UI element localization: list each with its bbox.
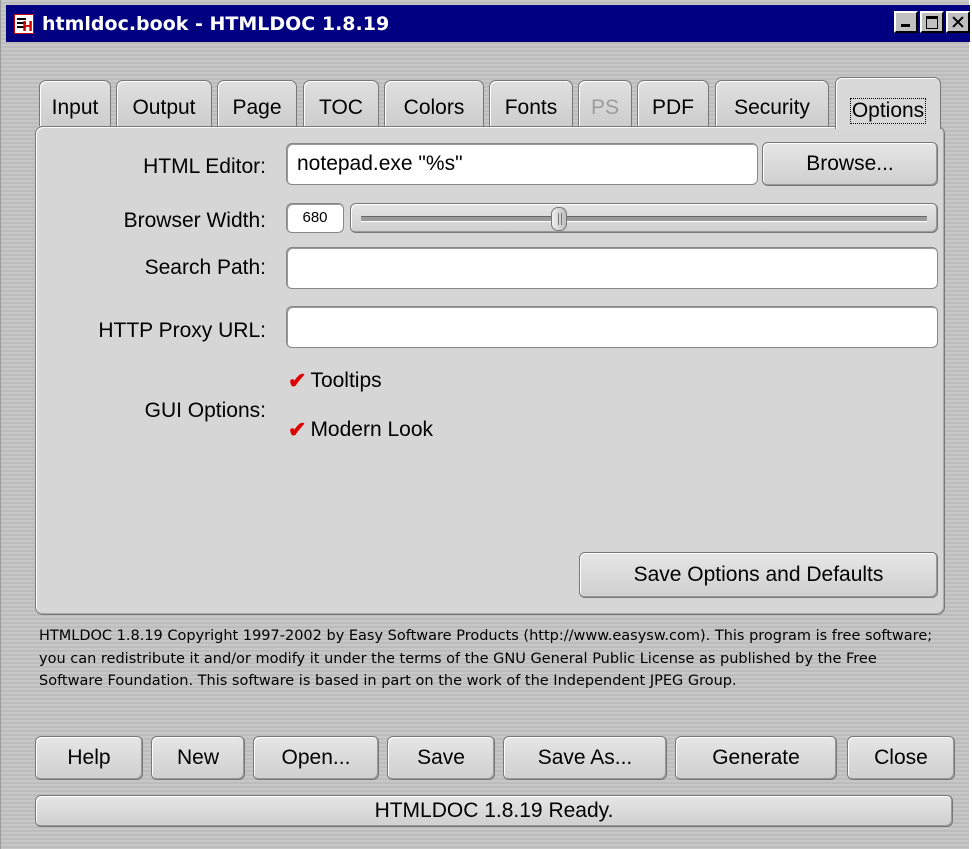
tab-label: Input xyxy=(51,96,99,119)
gui-options-label: GUI Options: xyxy=(144,399,266,422)
window-title: htmldoc.book - HTMLDOC 1.8.19 xyxy=(42,12,390,35)
html-editor-label: HTML Editor: xyxy=(143,155,266,178)
browser-width-label: Browser Width: xyxy=(123,209,266,232)
tab-page[interactable]: Page xyxy=(217,80,297,126)
slider-track-line xyxy=(361,216,927,222)
proxy-url-input[interactable] xyxy=(286,306,938,348)
window-controls xyxy=(894,11,970,33)
tab-security[interactable]: Security xyxy=(715,80,829,126)
close-button[interactable]: Close xyxy=(847,736,955,780)
html-editor-input[interactable]: notepad.exe "%s" xyxy=(286,143,758,185)
maximize-icon[interactable] xyxy=(920,11,944,33)
close-window-icon[interactable] xyxy=(946,11,970,33)
main-window: htmldoc.book - HTMLDOC 1.8.19 Input Outp… xyxy=(0,0,970,849)
slider-thumb[interactable] xyxy=(551,207,567,231)
tab-pdf[interactable]: PDF xyxy=(637,80,709,126)
tab-label: Colors xyxy=(403,96,465,119)
tab-label: Page xyxy=(232,96,282,119)
tab-ps: PS xyxy=(578,80,632,126)
tab-label: TOC xyxy=(319,96,363,119)
checkmark-icon: ✔ xyxy=(288,368,307,393)
tab-toc[interactable]: TOC xyxy=(303,80,379,126)
save-as-button[interactable]: Save As... xyxy=(503,736,667,780)
tab-fonts[interactable]: Fonts xyxy=(489,80,573,126)
tab-label: Fonts xyxy=(504,96,558,119)
modern-look-label: Modern Look xyxy=(310,418,434,441)
tab-label: Output xyxy=(132,96,196,119)
help-button[interactable]: Help xyxy=(35,736,143,780)
search-path-input[interactable] xyxy=(286,247,938,289)
tooltips-label: Tooltips xyxy=(310,369,382,392)
title-bar[interactable]: htmldoc.book - HTMLDOC 1.8.19 xyxy=(6,5,970,42)
browse-button[interactable]: Browse... xyxy=(762,142,938,186)
new-button[interactable]: New xyxy=(151,736,245,780)
tab-input[interactable]: Input xyxy=(39,80,111,126)
proxy-url-label: HTTP Proxy URL: xyxy=(98,319,266,342)
tab-label: PDF xyxy=(652,96,694,119)
save-options-button[interactable]: Save Options and Defaults xyxy=(579,552,938,598)
save-button[interactable]: Save xyxy=(387,736,495,780)
minimize-icon[interactable] xyxy=(894,11,918,33)
tab-options[interactable]: Options xyxy=(835,77,941,129)
checkmark-icon: ✔ xyxy=(288,417,307,442)
htmldoc-icon[interactable] xyxy=(14,13,34,35)
tab-output[interactable]: Output xyxy=(116,80,212,126)
tab-label: Security xyxy=(734,96,810,119)
browser-width-slider[interactable] xyxy=(350,203,938,233)
copyright-text: HTMLDOC 1.8.19 Copyright 1997-2002 by Ea… xyxy=(39,628,933,689)
status-bar: HTMLDOC 1.8.19 Ready. xyxy=(35,795,953,827)
tab-colors[interactable]: Colors xyxy=(384,80,484,126)
generate-button[interactable]: Generate xyxy=(675,736,837,780)
tooltips-checkbox[interactable]: ✔ Tooltips xyxy=(288,369,382,393)
modern-look-checkbox[interactable]: ✔ Modern Look xyxy=(288,418,433,442)
tab-label: PS xyxy=(590,96,619,119)
options-panel: HTML Editor: notepad.exe "%s" Browse... … xyxy=(35,126,945,615)
tab-label: Options xyxy=(849,98,927,124)
browser-width-value[interactable]: 680 xyxy=(286,203,344,233)
open-button[interactable]: Open... xyxy=(253,736,379,780)
search-path-label: Search Path: xyxy=(144,256,266,279)
